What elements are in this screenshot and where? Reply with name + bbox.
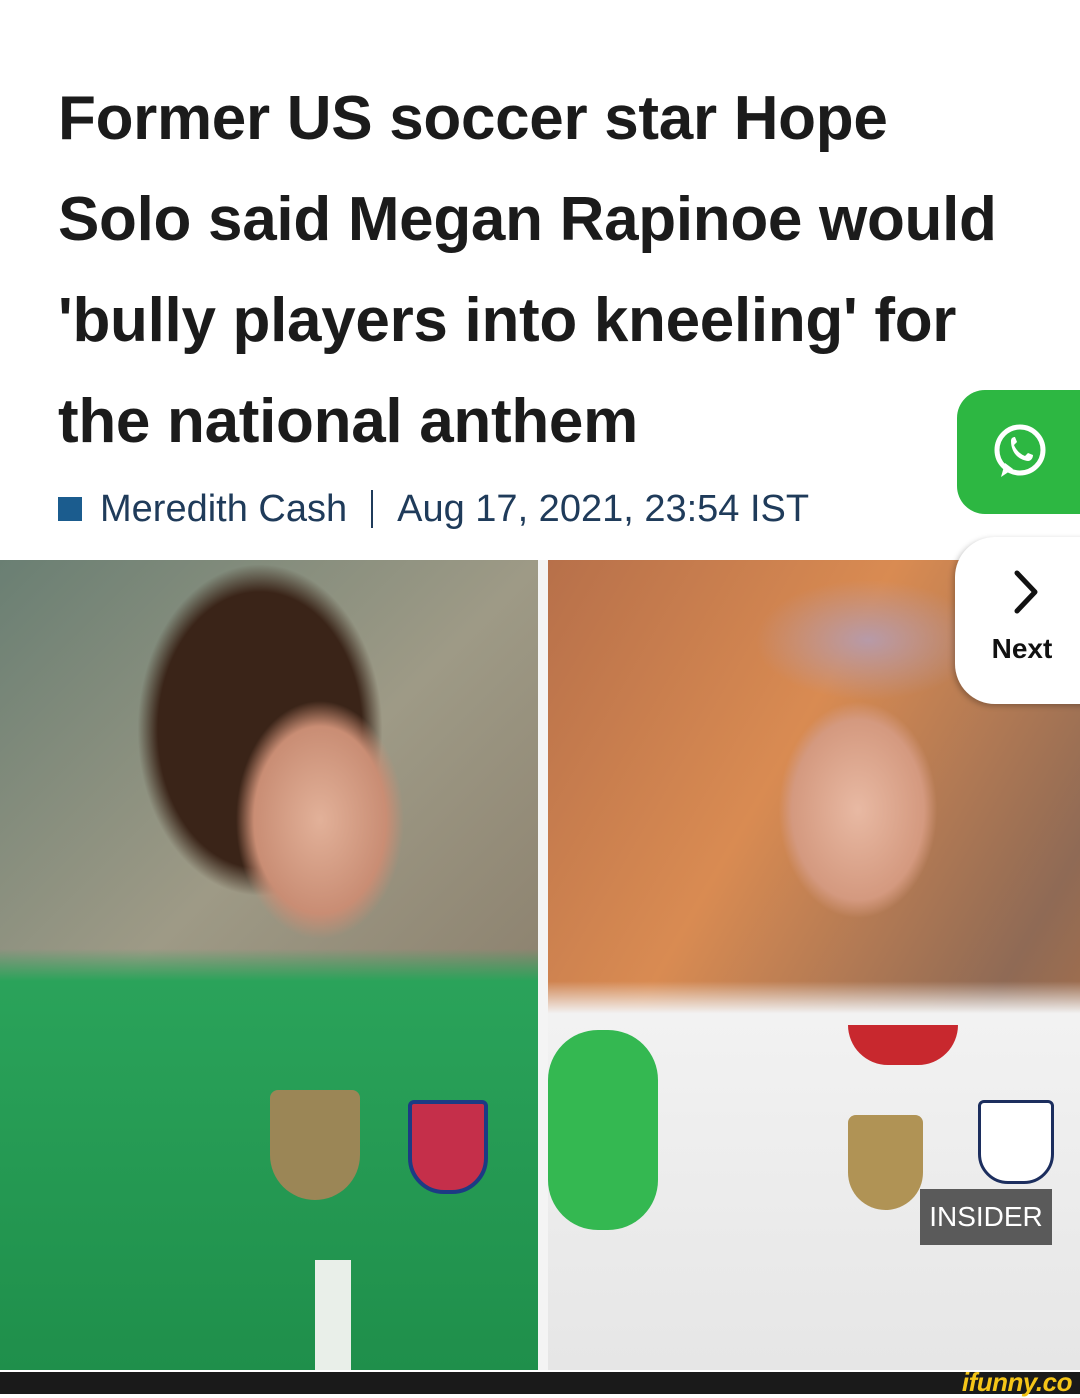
publish-date: Aug 17, 2021, 23:54 IST [397,487,810,530]
author-square-icon [58,497,82,521]
article-headline: Former US soccer star Hope Solo said Meg… [58,84,997,456]
jersey-collar [848,1025,958,1065]
whatsapp-share-button[interactable] [957,390,1080,514]
captain-armband [548,1030,658,1230]
photo-divider [538,560,548,1370]
fifa-crest [848,1115,923,1210]
photo-hope-solo [0,560,540,1370]
jersey-number [315,1260,351,1370]
byline-separator [371,490,374,528]
byline: Meredith Cash Aug 17, 2021, 23:54 IST [58,484,809,534]
usa-crest [978,1100,1054,1184]
next-label: Next [991,633,1053,664]
source-badge: INSIDER [920,1189,1052,1245]
chevron-right-icon [1014,570,1038,614]
article-photo[interactable] [0,560,1080,1370]
next-button[interactable]: Next [955,537,1080,704]
us-soccer-crest [408,1100,488,1194]
footer-bar [0,1372,1080,1394]
whatsapp-icon [994,424,1046,477]
fifa-crest [270,1090,360,1200]
author-name[interactable]: Meredith Cash [100,488,347,531]
ifunny-watermark: ifunny.co [961,1367,1073,1397]
